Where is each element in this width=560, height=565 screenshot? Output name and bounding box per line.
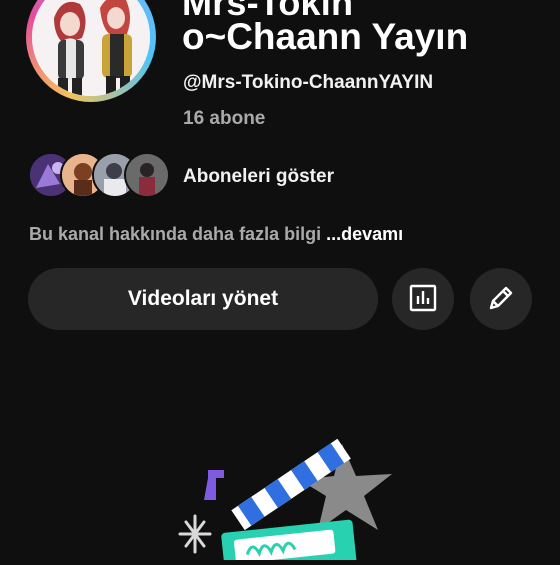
channel-name: o~Chaann Yayın bbox=[182, 16, 469, 57]
channel-about[interactable]: Bu kanal hakkında daha fazla bilgi ...de… bbox=[29, 224, 403, 245]
channel-handle: @Mrs-Tokino-ChaannYAYIN bbox=[183, 72, 434, 93]
analytics-button[interactable] bbox=[392, 268, 454, 330]
subscriber-count: 16 abone bbox=[183, 108, 266, 129]
channel-avatar[interactable] bbox=[26, 0, 156, 102]
show-subscribers-link[interactable]: Aboneleri göster bbox=[183, 166, 334, 188]
about-more-link[interactable]: ...devamı bbox=[321, 224, 403, 244]
avatar-image bbox=[32, 0, 150, 96]
empty-state-illustration bbox=[160, 430, 420, 565]
manage-videos-button[interactable]: Videoları yönet bbox=[28, 268, 378, 330]
edit-channel-button[interactable] bbox=[470, 268, 532, 330]
analytics-icon bbox=[408, 283, 438, 316]
subscriber-avatar bbox=[124, 152, 170, 198]
subscriber-avatars[interactable] bbox=[28, 152, 170, 198]
about-text: Bu kanal hakkında daha fazla bilgi bbox=[29, 224, 322, 244]
pencil-icon bbox=[485, 282, 517, 317]
